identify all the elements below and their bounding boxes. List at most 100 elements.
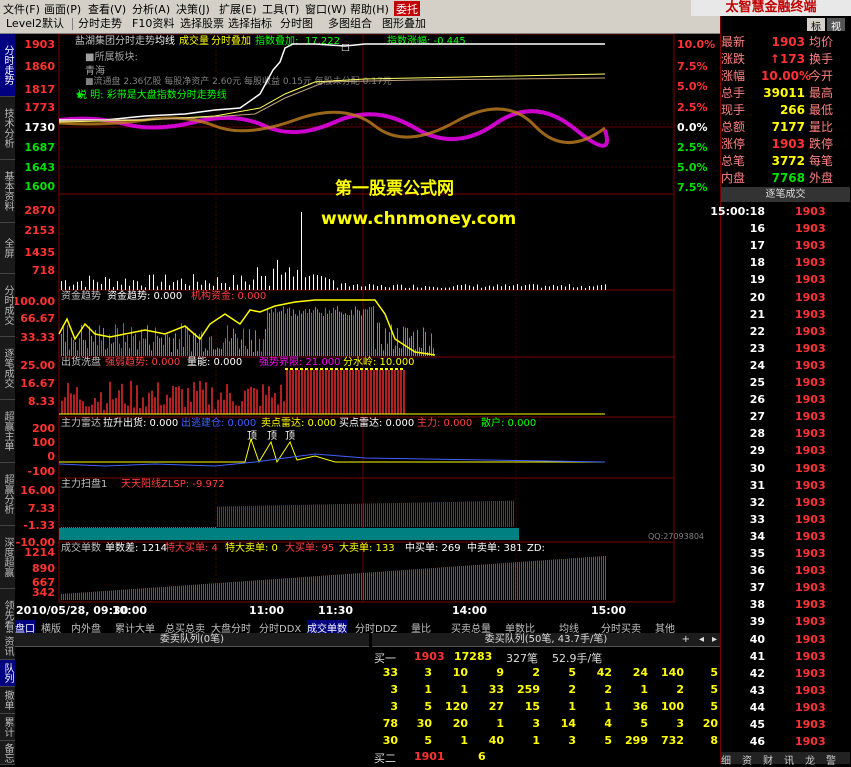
quote-bottom-tab[interactable]: 讯 xyxy=(784,752,794,767)
toolbar-level2[interactable]: Level2默认 xyxy=(4,17,66,31)
pct-tick: 7.5% xyxy=(677,60,708,73)
side-tab-cancel[interactable]: 撤单 xyxy=(0,687,15,714)
side-tab-queue[interactable]: 队列 xyxy=(0,660,15,687)
volume-bar xyxy=(361,286,362,290)
buy1-count: 327笔 xyxy=(506,652,538,665)
tab-technical[interactable]: 技术分析 xyxy=(0,97,15,160)
side-tab-memo[interactable]: 备忘 xyxy=(0,741,15,765)
menu-trade[interactable]: 委托 xyxy=(394,1,420,17)
panel3-line-retail xyxy=(58,453,606,467)
volume-label: 成交量 xyxy=(179,34,209,47)
panel5-bar xyxy=(601,556,602,600)
panel1-bar xyxy=(231,338,232,356)
toolbar-intraday[interactable]: 分时走势 xyxy=(76,17,124,31)
tab-intraday-trades[interactable]: 分时成交 xyxy=(0,274,15,337)
panel5-bar xyxy=(165,586,166,600)
quote-label-right: 换手 xyxy=(809,52,834,66)
tick-time: 33 xyxy=(749,512,765,526)
brand-text: 太智慧金融终端 xyxy=(725,0,817,15)
panel1-bar xyxy=(327,313,328,356)
panel2-bar xyxy=(154,397,156,414)
tick-row: 28 1903 xyxy=(721,425,849,442)
side-tab-news[interactable]: 资讯 xyxy=(0,633,15,660)
tab-main-orders[interactable]: 超赢主单 xyxy=(0,400,15,463)
panel5-bar xyxy=(491,563,492,600)
toolbar-intraday-chart[interactable]: 分时图 xyxy=(278,17,315,31)
plus-icon[interactable]: + xyxy=(682,633,690,646)
volume-bar xyxy=(517,284,518,290)
panel5-bar xyxy=(433,567,434,600)
volume-bar xyxy=(341,283,342,290)
toolbar-select-stock[interactable]: 选择股票 xyxy=(178,17,226,31)
volume-bar xyxy=(73,284,74,290)
toolbar-select-indicator[interactable]: 选择指标 xyxy=(226,17,274,31)
side-tab-cumulative[interactable]: 累计 xyxy=(0,714,15,741)
panel1-bar xyxy=(393,349,394,356)
toolbar-multi-chart[interactable]: 多图组合 xyxy=(326,17,374,31)
quote-bottom-tab[interactable]: 警 xyxy=(826,752,836,767)
tab-fundamentals[interactable]: 基本资料 xyxy=(0,160,15,223)
menu-window[interactable]: 窗口(W) xyxy=(305,1,346,17)
menu-help[interactable]: 帮助(H) xyxy=(350,1,389,17)
panel5-bar xyxy=(279,578,280,600)
menu-view[interactable]: 查看(V) xyxy=(88,1,126,17)
vol-tick: 1435 xyxy=(24,246,55,259)
volume-bar xyxy=(429,286,430,290)
quote-tab-view[interactable]: 视 xyxy=(827,18,845,33)
panel3-val6: 散户: 0.000 xyxy=(481,416,536,429)
quote-bottom-tab[interactable]: 龙 xyxy=(805,752,815,767)
panel2-bar xyxy=(160,404,162,414)
panel5-bar xyxy=(213,583,214,600)
quote-bottom-tab[interactable]: 财 xyxy=(763,752,773,767)
panel2-bar xyxy=(136,385,138,414)
panel1-bar xyxy=(249,329,250,356)
menu-decision[interactable]: 决策(J) xyxy=(176,1,210,17)
tab-super-analysis[interactable]: 超赢分析 xyxy=(0,463,15,526)
panel2-bar xyxy=(121,383,123,414)
queue-cell: 9 xyxy=(496,666,504,679)
panel5-bar xyxy=(559,559,560,600)
tick-row: 35 1903 xyxy=(721,545,849,562)
menu-screen[interactable]: 画面(P) xyxy=(44,1,81,17)
panel5-bar xyxy=(145,588,146,600)
caret-left-icon[interactable]: ◂ xyxy=(699,633,704,646)
tab-tick-trades[interactable]: 逐笔成交 xyxy=(0,337,15,400)
volume-bar xyxy=(593,286,594,290)
volume-bar xyxy=(237,284,238,290)
menu-file[interactable]: 文件(F) xyxy=(3,1,40,17)
queue-cell: 5 xyxy=(710,683,718,696)
quote-tab-mark[interactable]: 标 xyxy=(807,18,825,33)
intraday-chart[interactable]: 盐湖集团分时走势 均线 成交量 分时叠加 指数叠加: 17.222 指数涨幅: … xyxy=(13,33,720,615)
tab-fullscreen[interactable]: 全屏 xyxy=(0,223,15,274)
caret-right-icon[interactable]: ▸ xyxy=(712,633,717,646)
tab-depth[interactable]: 深度超赢 xyxy=(0,526,15,589)
panel5-bar xyxy=(439,567,440,600)
p3-tick: 100 xyxy=(32,436,55,449)
panel1-bar xyxy=(189,334,190,356)
panel5-bar xyxy=(159,587,160,600)
tab-intraday[interactable]: 分时走势 xyxy=(0,34,15,97)
panel1-bar xyxy=(193,333,194,356)
p4-tick: -1.33 xyxy=(23,519,55,532)
panel5-bar xyxy=(513,562,514,600)
tick-row: 23 1903 xyxy=(721,340,849,357)
tick-time: 37 xyxy=(749,581,765,595)
panel5-bar xyxy=(325,575,326,600)
time-label: 10:00 xyxy=(112,604,148,617)
quote-bottom-tab[interactable]: 资 xyxy=(742,752,752,767)
toolbar-overlay[interactable]: 图形叠加 xyxy=(380,17,428,31)
menu-tools[interactable]: 工具(T) xyxy=(262,1,299,17)
volume-bar xyxy=(477,284,478,290)
panel5-val1: 单数差: 1214 xyxy=(105,541,167,554)
toolbar-f10[interactable]: F10资料 xyxy=(130,17,176,31)
volume-bar xyxy=(201,284,202,290)
menu-analysis[interactable]: 分析(A) xyxy=(132,1,170,17)
panel2-bar xyxy=(382,370,384,414)
time-label: 11:30 xyxy=(318,604,354,617)
panel2-bar xyxy=(130,380,132,414)
menu-extend[interactable]: 扩展(E) xyxy=(219,1,257,17)
panel4-bar xyxy=(473,501,474,527)
panel1-bar xyxy=(367,309,368,356)
quote-bottom-tab[interactable]: 细 xyxy=(721,752,731,767)
panel4-bar xyxy=(457,501,458,527)
